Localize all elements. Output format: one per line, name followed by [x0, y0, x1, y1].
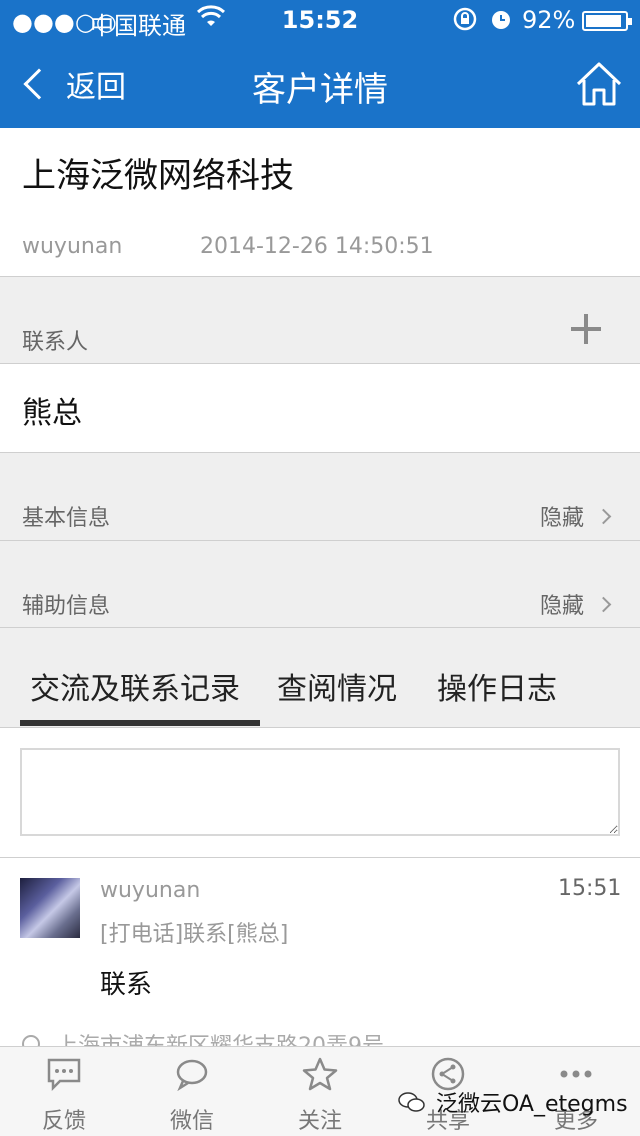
- battery-percent: 92%: [522, 6, 576, 34]
- chevron-right-icon: [595, 508, 612, 524]
- record-user: wuyunan: [100, 878, 201, 903]
- home-icon: [576, 62, 622, 106]
- rotation-lock-icon: [452, 6, 478, 38]
- nav-bar: 返回 客户详情: [0, 40, 640, 128]
- battery-icon: [582, 11, 632, 31]
- add-contact-button[interactable]: [566, 310, 606, 350]
- wechat-icon: [142, 1057, 242, 1097]
- tab-label: 反馈: [41, 1109, 86, 1134]
- basic-info-toggle[interactable]: 隐藏: [540, 500, 612, 532]
- record-time: 15:51: [558, 876, 622, 901]
- home-button[interactable]: [574, 60, 624, 108]
- record-content: 联系: [100, 970, 153, 1000]
- tab-views[interactable]: 查阅情况: [277, 664, 397, 708]
- created-time: 2014-12-26 14:50:51: [200, 234, 434, 259]
- battery-fill: [586, 15, 621, 27]
- aux-info-label: 辅助信息: [22, 594, 111, 619]
- record-action: [打电话]联系[熊总]: [100, 922, 289, 947]
- creator-name: wuyunan: [22, 234, 123, 259]
- tab-communication[interactable]: 交流及联系记录: [30, 664, 240, 708]
- contacts-section-header: [0, 277, 640, 363]
- page-title: 客户详情: [252, 70, 388, 110]
- contact-name[interactable]: 熊总: [22, 388, 82, 432]
- feedback-icon: [14, 1057, 114, 1097]
- status-bar: ●●●○○ 中国联通 15:52 92%: [0, 0, 640, 40]
- watermark-text: 泛微云OA_etegms: [436, 1092, 628, 1117]
- tab-label: 关注: [297, 1109, 342, 1134]
- tab-feedback[interactable]: 反馈: [14, 1057, 114, 1135]
- chevron-right-icon: [595, 596, 612, 612]
- star-icon: [270, 1057, 370, 1097]
- wechat-logo-icon: [398, 1092, 425, 1112]
- toggle-label: 隐藏: [540, 506, 585, 531]
- avatar: [20, 878, 80, 938]
- basic-info-label: 基本信息: [22, 506, 111, 531]
- divider: [0, 857, 640, 858]
- record-input[interactable]: [20, 748, 620, 836]
- active-tab-indicator: [20, 720, 260, 726]
- aux-info-toggle[interactable]: 隐藏: [540, 588, 612, 620]
- alarm-icon: [488, 6, 514, 38]
- divider: [0, 727, 640, 728]
- watermark: 泛微云OA_etegms: [398, 1086, 628, 1118]
- tab-wechat[interactable]: 微信: [142, 1057, 242, 1135]
- toggle-label: 隐藏: [540, 594, 585, 619]
- customer-name: 上海泛微网络科技: [22, 156, 294, 196]
- tab-operation-log[interactable]: 操作日志: [437, 664, 557, 708]
- tab-follow[interactable]: 关注: [270, 1057, 370, 1135]
- divider: [0, 363, 640, 364]
- tab-label: 微信: [169, 1109, 214, 1134]
- contacts-label: 联系人: [22, 330, 89, 355]
